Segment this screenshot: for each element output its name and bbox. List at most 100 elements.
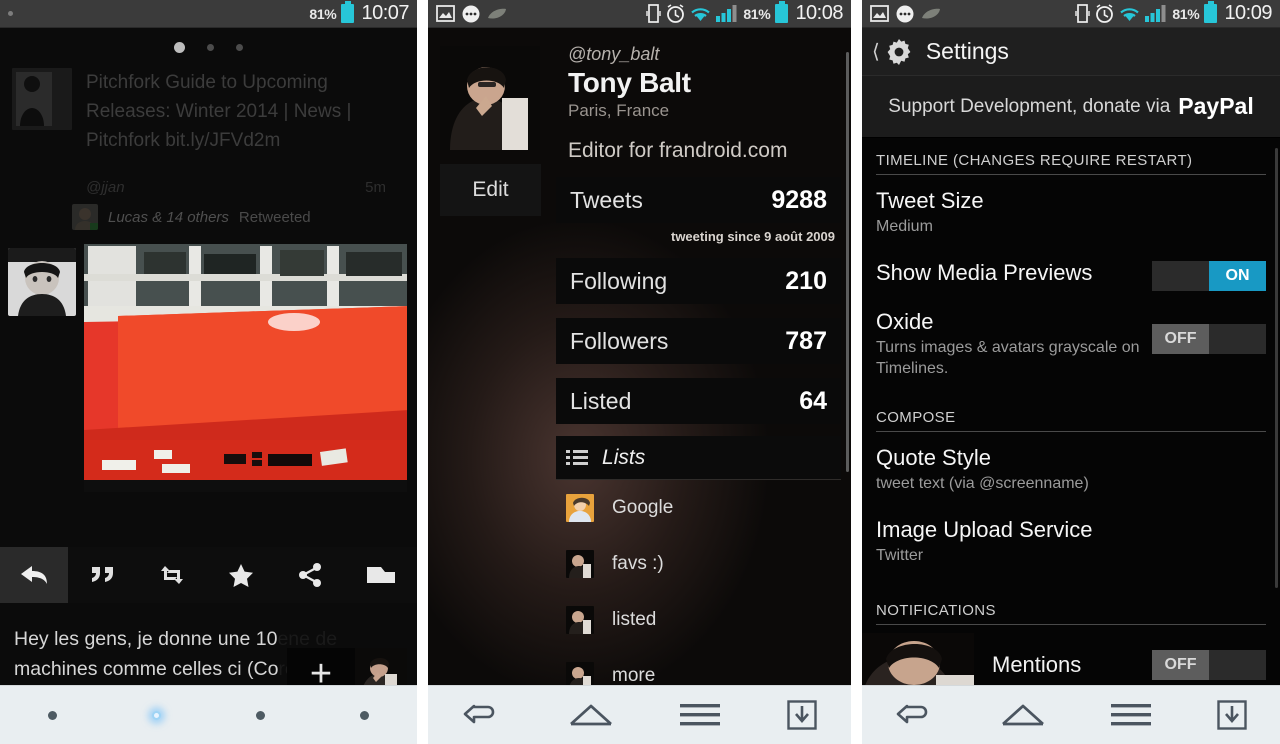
profile-avatar[interactable] (440, 46, 541, 150)
navbar-hide-button[interactable] (787, 700, 818, 730)
photo-notification-icon (870, 5, 889, 22)
pref-title: Tweet Size (876, 188, 984, 213)
page-title: Settings (925, 38, 1009, 64)
toggle-oxide[interactable]: OFF (1152, 324, 1266, 354)
pref-image-upload-service[interactable]: Image Upload Service Twitter (862, 504, 1280, 576)
gear-icon[interactable] (886, 38, 912, 65)
stat-row-tweets[interactable]: Tweets 9288 (556, 177, 841, 223)
tweet-handle[interactable]: @jjan (86, 179, 125, 196)
share-button[interactable] (276, 563, 345, 587)
tweet-author-avatar[interactable] (8, 248, 76, 316)
list-item-label: favs :) (612, 553, 664, 574)
tweet-action-bar (0, 547, 418, 603)
paypal-label: PayPal (1178, 93, 1254, 119)
scrollbar-settings[interactable] (1275, 148, 1278, 588)
navbar-hide-button[interactable] (1217, 700, 1247, 730)
photo-notification-icon (436, 5, 455, 22)
tweeting-since-label: tweeting since 9 août 2009 (670, 229, 835, 244)
toggle-state-label: OFF (1152, 650, 1209, 680)
tweet-item-top[interactable]: Pitchfork Guide to Upcoming Releases: Wi… (0, 28, 417, 196)
list-owner-avatar (566, 494, 595, 522)
battery-icon-settings (1204, 1, 1218, 23)
pref-oxide[interactable]: Oxide Turns images & avatars grayscale o… (862, 296, 1280, 389)
list-owner-avatar (566, 606, 595, 634)
clock-label-profile: 10:08 (795, 2, 843, 24)
page-dot-3[interactable] (236, 44, 243, 51)
section-header-compose: COMPOSE (876, 409, 956, 426)
timeline-body: Pitchfork Guide to Upcoming Releases: Wi… (0, 28, 418, 685)
navbar-home-button[interactable] (1001, 702, 1045, 728)
signal-icon (1145, 5, 1167, 22)
tag-button[interactable] (345, 565, 417, 585)
tweet-text: Pitchfork Guide to Upcoming Releases: Wi… (86, 72, 352, 151)
pref-subtitle: Medium (876, 218, 933, 235)
pref-title: Image Upload Service (876, 517, 1093, 542)
navbar-home-button[interactable] (569, 702, 613, 728)
navbar-home-dot-active[interactable] (151, 710, 161, 720)
pref-show-media-previews[interactable]: Show Media Previews ON (862, 247, 1280, 296)
toggle-show-media-previews[interactable]: ON (1152, 261, 1266, 291)
scrollbar-profile[interactable] (846, 52, 849, 472)
list-item[interactable]: Google (556, 480, 841, 536)
account-avatar[interactable] (355, 648, 408, 685)
stat-row-listed[interactable]: Listed 64 (556, 378, 841, 424)
profile-left-column: Edit (428, 28, 553, 216)
navbar-back-dot[interactable] (47, 710, 57, 720)
clock-label: 10:07 (361, 2, 410, 24)
edit-profile-button[interactable]: Edit (440, 164, 542, 216)
toggle-mentions[interactable]: OFF (1152, 650, 1266, 680)
retweet-button[interactable] (137, 564, 206, 586)
stat-value-tweets: 9288 (771, 185, 827, 214)
compose-button[interactable]: + (287, 655, 355, 685)
navbar-back-button[interactable] (895, 701, 935, 729)
profile-body: Edit @tony_balt Tony Balt Paris, France … (428, 28, 851, 685)
tweet-timestamp: 5m (365, 179, 386, 196)
section-divider (876, 624, 1266, 625)
quote-button[interactable] (68, 565, 137, 585)
three-phone-screenshots: 81% 10:07 Pitchfork Guide to Upcoming Re… (0, 0, 1280, 744)
favorite-button[interactable] (207, 563, 276, 587)
toggle-track-right (1209, 324, 1266, 354)
status-bar-notification-icons (8, 11, 13, 16)
chevron-left-icon[interactable]: ⟨ (872, 39, 880, 64)
stat-row-following[interactable]: Following 210 (556, 258, 841, 304)
android-navbar-profile (428, 685, 851, 744)
navbar-recents-button[interactable] (1111, 703, 1151, 727)
more-notification-icon (896, 5, 914, 23)
avatar[interactable] (12, 68, 72, 130)
list-item[interactable]: listed (556, 592, 841, 648)
tweet-media-image[interactable] (84, 244, 408, 492)
navbar-recents-dot[interactable] (256, 710, 266, 720)
profile-right-column: @tony_balt Tony Balt Paris, France Edito… (556, 28, 841, 685)
page-dot-2[interactable] (207, 44, 214, 51)
list-owner-avatar (566, 662, 595, 685)
android-navbar-settings (862, 685, 1280, 744)
profile-name: Tony Balt (568, 67, 691, 98)
navbar-back-button[interactable] (462, 701, 502, 729)
donate-text: Support Development, donate via (888, 95, 1171, 117)
toggle-track-left (1152, 261, 1209, 291)
status-bar-timeline: 81% 10:07 (0, 0, 418, 28)
list-item-label: Google (612, 497, 674, 518)
list-item-label: more (612, 665, 656, 685)
clock-label-settings: 10:09 (1224, 2, 1272, 24)
donate-banner[interactable]: Support Development, donate via PayPal (862, 76, 1280, 138)
page-dot-1[interactable] (174, 42, 185, 53)
signal-icon (716, 5, 738, 22)
pref-mentions[interactable]: Mentions OFF (862, 633, 1280, 685)
pref-title: Quote Style (876, 445, 991, 470)
list-item[interactable]: more (556, 648, 841, 685)
reply-button[interactable] (0, 547, 68, 603)
navbar-hide-dot[interactable] (360, 710, 370, 720)
pref-tweet-size[interactable]: Tweet Size Medium (862, 175, 1280, 247)
profile-location: Paris, France (568, 101, 670, 120)
mentions-avatar (862, 633, 974, 685)
retweeter-avatar[interactable] (72, 204, 98, 230)
pref-quote-style[interactable]: Quote Style tweet text (via @screenname) (862, 432, 1280, 504)
navbar-recents-button[interactable] (680, 703, 721, 727)
profile-handle: @tony_balt (568, 44, 660, 64)
stat-row-followers[interactable]: Followers 787 (556, 318, 841, 364)
more-notification-icon (462, 5, 480, 23)
retweeter-name[interactable]: Lucas & 14 others (108, 209, 229, 226)
list-item[interactable]: favs :) (556, 536, 841, 592)
